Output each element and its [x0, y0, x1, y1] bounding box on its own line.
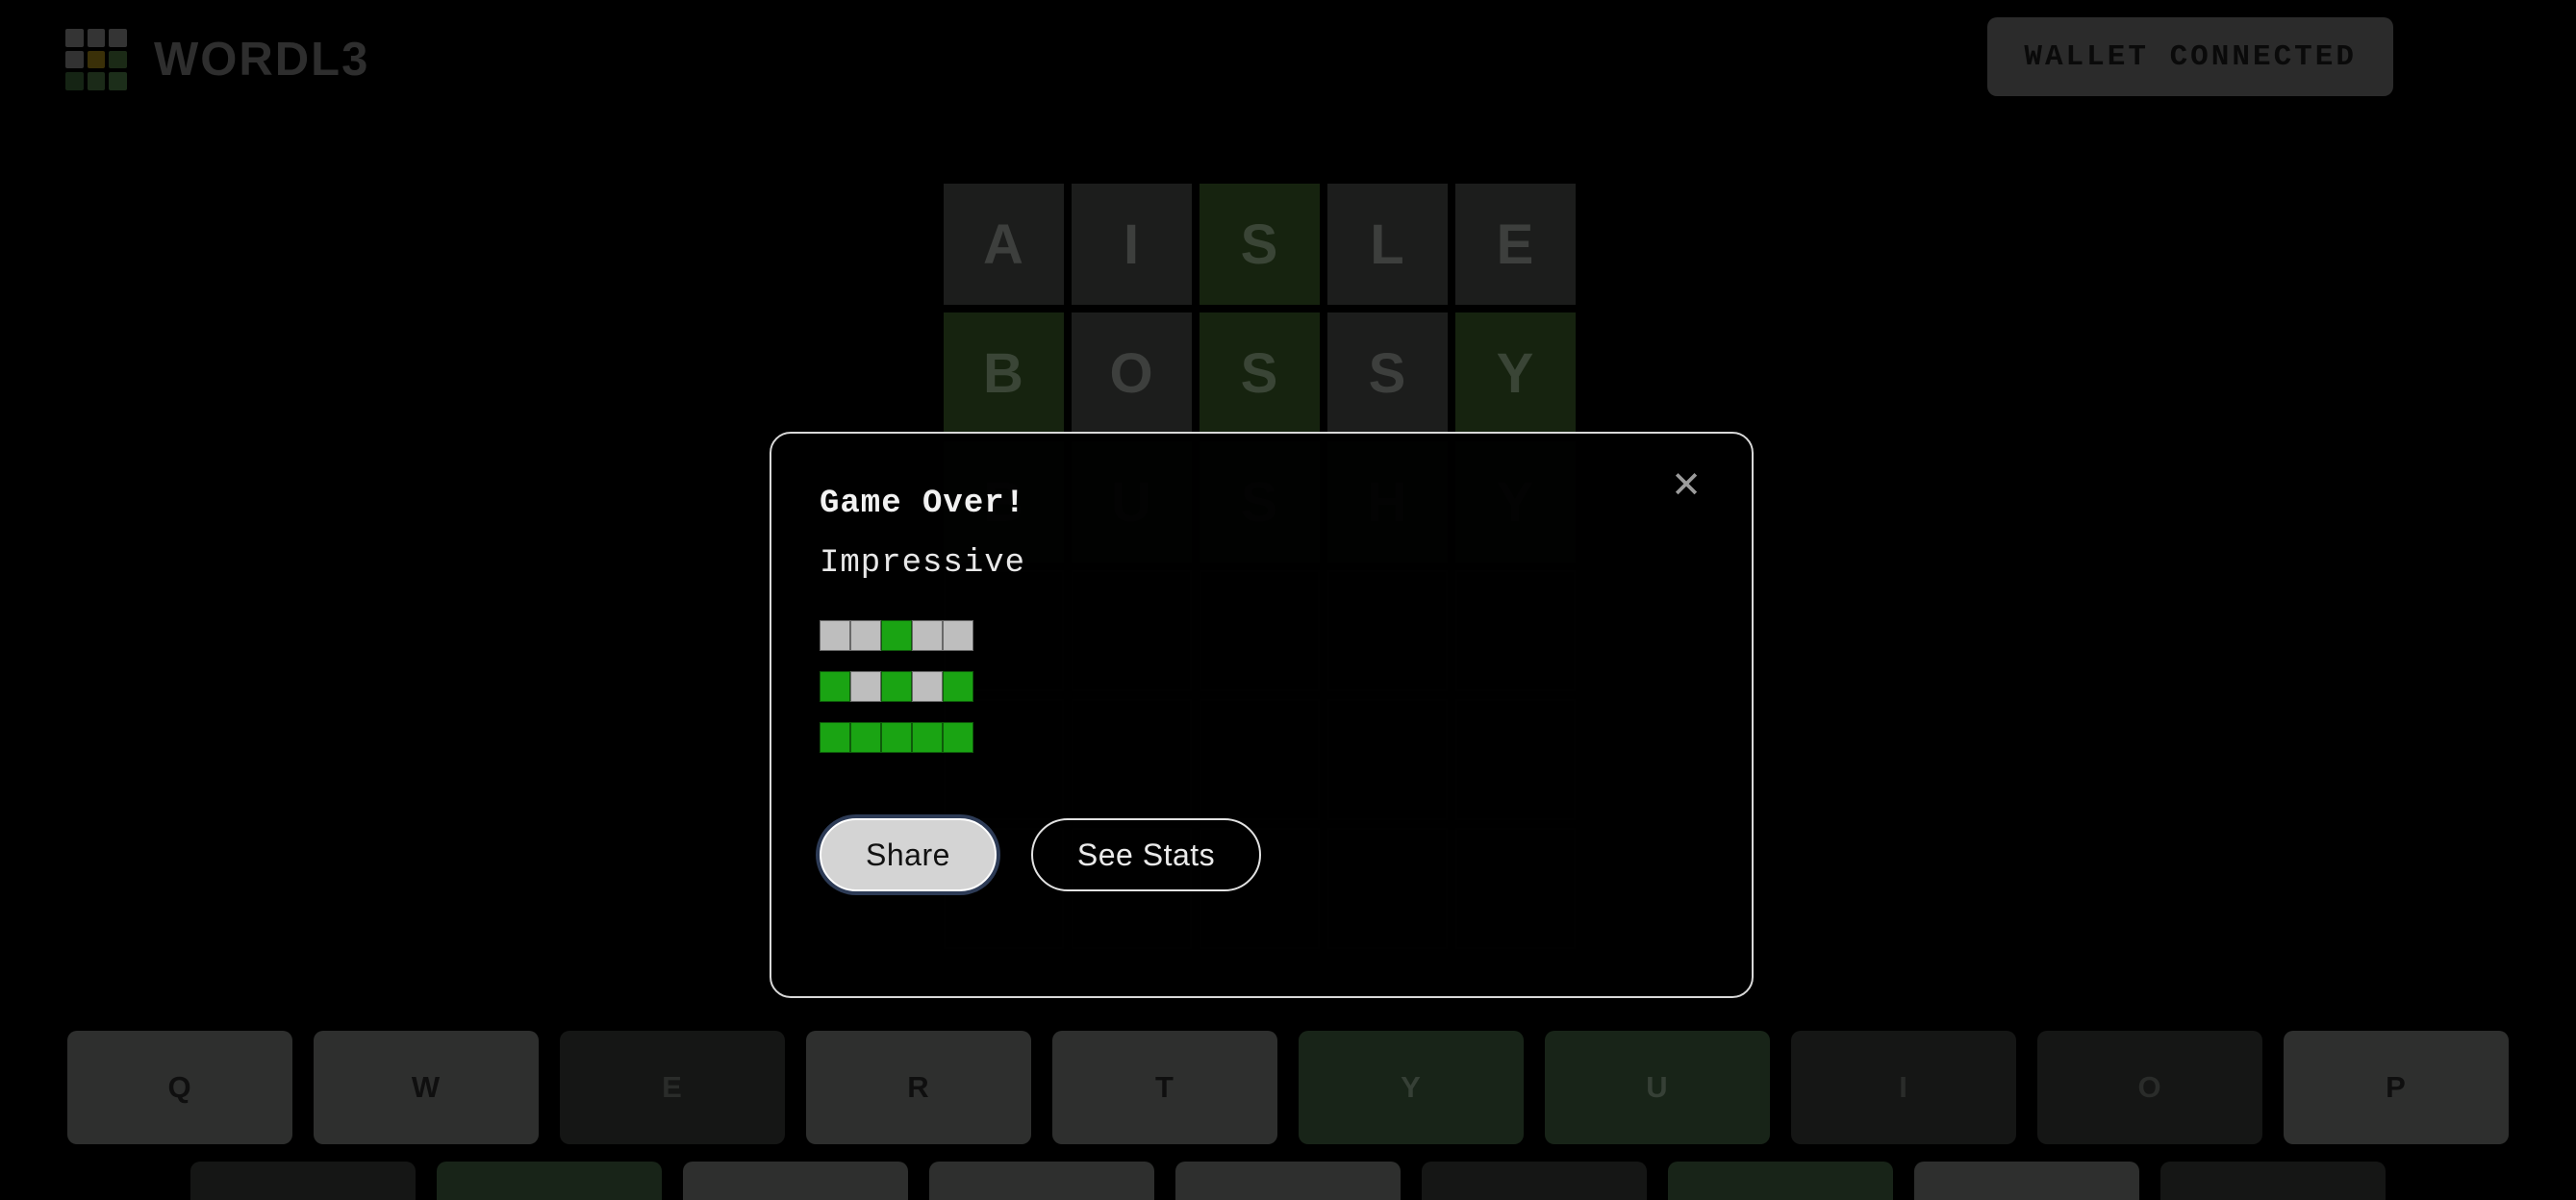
- close-icon[interactable]: ✕: [1661, 461, 1711, 511]
- key-s[interactable]: S: [437, 1162, 662, 1200]
- modal-subtitle: Impressive: [820, 545, 1026, 582]
- board-tile-r1-c5: E: [1455, 184, 1576, 305]
- key-o[interactable]: O: [2037, 1031, 2262, 1144]
- share-square-r1-c3: [881, 620, 912, 651]
- brand: WORDL3: [65, 29, 369, 90]
- key-q[interactable]: Q: [67, 1031, 292, 1144]
- board-tile-r2-c4: S: [1327, 312, 1448, 434]
- key-t[interactable]: T: [1052, 1031, 1277, 1144]
- see-stats-button[interactable]: See Stats: [1030, 818, 1262, 891]
- keyboard-row-1: QWERTYUIOP: [0, 1031, 2576, 1144]
- wallet-connected-button[interactable]: WALLET CONNECTED: [1987, 17, 2393, 96]
- share-square-r2-c1: [820, 671, 850, 702]
- logo-cell-5: [109, 50, 127, 69]
- key-w[interactable]: W: [314, 1031, 539, 1144]
- modal-title: Game Over!: [820, 486, 1026, 522]
- share-square-r3-c5: [943, 722, 973, 753]
- share-square-r2-c4: [912, 671, 943, 702]
- key-p[interactable]: P: [2284, 1031, 2509, 1144]
- share-square-r1-c5: [943, 620, 973, 651]
- board-tile-r1-c1: A: [944, 184, 1064, 305]
- board-tile-r1-c3: S: [1200, 184, 1320, 305]
- key-a[interactable]: A: [190, 1162, 416, 1200]
- share-square-r2-c5: [943, 671, 973, 702]
- key-i[interactable]: I: [1791, 1031, 2016, 1144]
- board-tile-r1-c4: L: [1327, 184, 1448, 305]
- share-square-r1-c1: [820, 620, 850, 651]
- on-screen-keyboard: QWERTYUIOP ASDFGHJKL: [0, 1031, 2576, 1200]
- share-row-2: [820, 671, 973, 702]
- board-tile-r2-c1: B: [944, 312, 1064, 434]
- share-square-r2-c3: [881, 671, 912, 702]
- share-square-r3-c2: [850, 722, 881, 753]
- logo-cell-4: [87, 50, 106, 69]
- keyboard-row-2: ASDFGHJKL: [0, 1162, 2576, 1200]
- board-tile-r2-c5: Y: [1455, 312, 1576, 434]
- share-square-r1-c4: [912, 620, 943, 651]
- key-y[interactable]: Y: [1299, 1031, 1524, 1144]
- grid-logo-icon: [65, 29, 127, 90]
- key-u[interactable]: U: [1545, 1031, 1770, 1144]
- key-e[interactable]: E: [560, 1031, 785, 1144]
- key-r[interactable]: R: [806, 1031, 1031, 1144]
- logo-cell-0: [65, 29, 84, 47]
- share-row-3: [820, 722, 973, 753]
- logo-cell-1: [87, 29, 106, 47]
- key-d[interactable]: D: [683, 1162, 908, 1200]
- logo-cell-6: [65, 72, 84, 90]
- board-tile-r1-c2: I: [1072, 184, 1192, 305]
- key-h[interactable]: H: [1422, 1162, 1647, 1200]
- share-square-r1-c2: [850, 620, 881, 651]
- share-square-r3-c3: [881, 722, 912, 753]
- share-row-1: [820, 620, 973, 651]
- logo-cell-2: [109, 29, 127, 47]
- share-square-r3-c1: [820, 722, 850, 753]
- app-root: WORDL3 WALLET CONNECTED AISLEBOSSYBUSHY …: [0, 0, 2576, 1200]
- page-title: WORDL3: [154, 33, 370, 86]
- key-l[interactable]: L: [2160, 1162, 2386, 1200]
- logo-cell-7: [87, 72, 106, 90]
- key-f[interactable]: F: [929, 1162, 1154, 1200]
- logo-cell-8: [109, 72, 127, 90]
- share-square-r2-c2: [850, 671, 881, 702]
- share-square-r3-c4: [912, 722, 943, 753]
- key-j[interactable]: J: [1668, 1162, 1893, 1200]
- board-tile-r2-c3: S: [1200, 312, 1320, 434]
- share-result-grid: [820, 620, 973, 753]
- key-g[interactable]: G: [1175, 1162, 1401, 1200]
- app-header: WORDL3 WALLET CONNECTED: [0, 0, 2576, 125]
- share-button[interactable]: Share: [820, 818, 997, 891]
- board-tile-r2-c2: O: [1072, 312, 1192, 434]
- modal-actions: Share See Stats: [820, 818, 1262, 891]
- key-k[interactable]: K: [1914, 1162, 2139, 1200]
- logo-cell-3: [65, 50, 84, 69]
- game-over-modal: ✕ Game Over! Impressive Share See Stats: [770, 432, 1754, 998]
